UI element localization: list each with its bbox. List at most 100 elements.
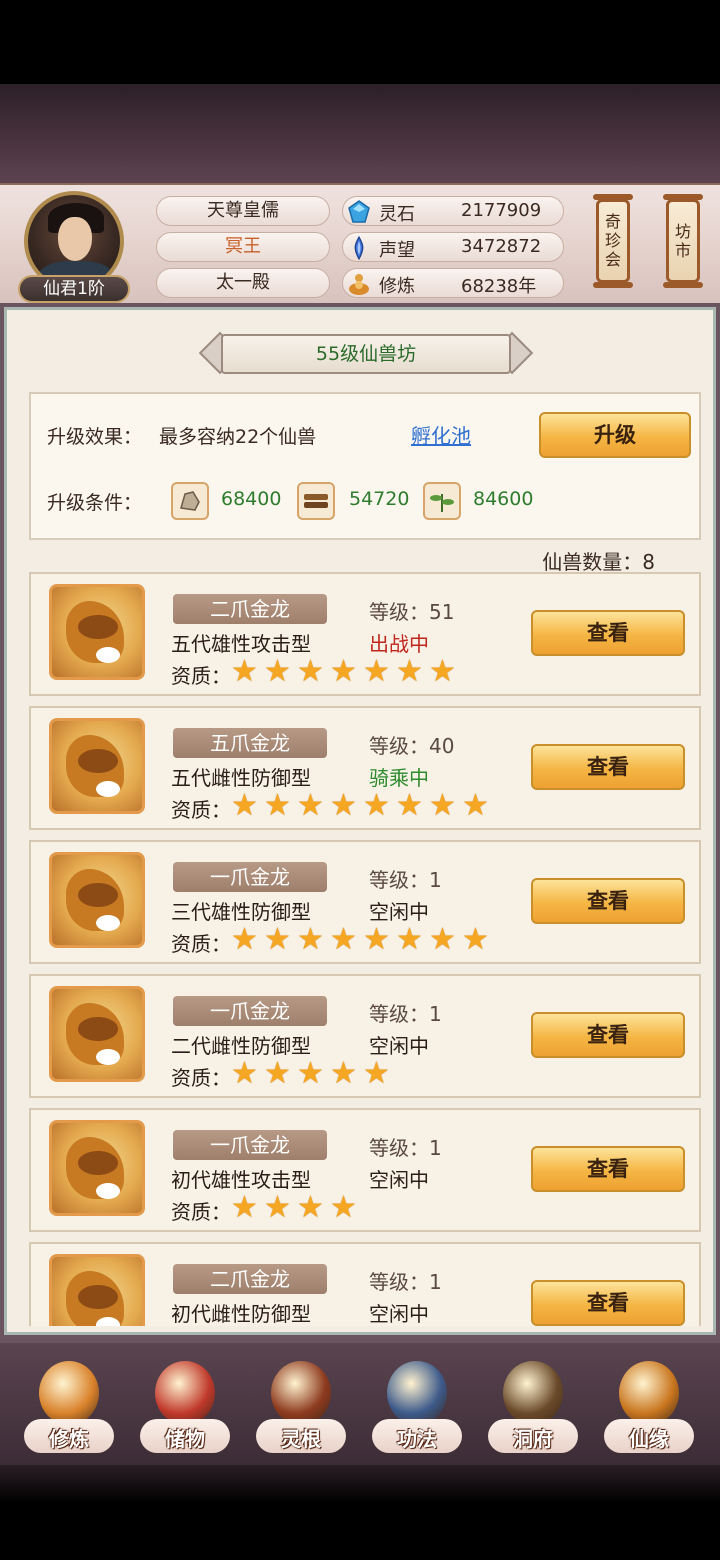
beast-list[interactable]: 二爪金龙 五代雄性攻击型 资质： ★ ★ ★ ★ ★ ★ ★ 等级：51 出战中 查看 五爪…: [29, 572, 703, 1326]
star-icon: ★: [264, 654, 291, 689]
golden-dragon-portrait[interactable]: [49, 852, 145, 948]
star-icon: ★: [264, 922, 291, 957]
technique-book-icon: [387, 1361, 447, 1425]
golden-dragon-portrait[interactable]: [49, 986, 145, 1082]
beast-level: 等级：40: [369, 734, 455, 758]
nav-cultivate[interactable]: 修炼: [14, 1349, 124, 1459]
cave-palace-icon: [503, 1361, 563, 1425]
resource-value: 3472872: [461, 236, 542, 257]
star-icon: ★: [330, 922, 357, 957]
beast-card: 二爪金龙 初代雌性防御型 等级：1 空闲中 查看: [29, 1242, 701, 1326]
resource-cultivation: 修炼 68238年: [342, 268, 564, 298]
star-icon: ★: [429, 922, 456, 957]
main-area: 55级仙兽坊 升级效果： 最多容纳22个仙兽 孵化池 升级 升级条件： 6840…: [0, 303, 720, 1343]
market-button[interactable]: 坊 市: [663, 194, 703, 288]
top-background: [0, 84, 720, 184]
beast-card: 二爪金龙 五代雄性攻击型 资质： ★ ★ ★ ★ ★ ★ ★ 等级：51 出战中 查看: [29, 572, 701, 696]
wood-material-icon[interactable]: [297, 482, 335, 520]
spirit-stone-icon: [348, 200, 370, 223]
view-button[interactable]: 查看: [531, 1012, 685, 1058]
view-button[interactable]: 查看: [531, 1146, 685, 1192]
aptitude-stars: ★ ★ ★ ★ ★: [231, 1058, 396, 1090]
star-icon: ★: [297, 922, 324, 957]
resource-prestige: 声望 3472872: [342, 232, 564, 262]
nav-spirit-root[interactable]: 灵根: [246, 1349, 356, 1459]
view-button[interactable]: 查看: [531, 610, 685, 656]
beast-level: 等级：51: [369, 600, 455, 624]
star-icon: ★: [330, 1056, 357, 1091]
player-header: 仙君1阶 天尊皇儒 冥王 太一殿 灵石 2177909 声望 3472872 修…: [0, 183, 720, 308]
star-icon: ★: [297, 788, 324, 823]
nav-fate[interactable]: 仙缘: [594, 1349, 704, 1459]
ore-material-icon[interactable]: [171, 482, 209, 520]
hatch-pool-link[interactable]: 孵化池: [411, 420, 471, 449]
beast-status: 空闲中: [369, 1168, 429, 1192]
aptitude-stars: ★ ★ ★ ★ ★ ★ ★ ★: [231, 790, 495, 822]
beast-type: 二代雌性防御型: [171, 1034, 311, 1058]
bottom-black-area: [0, 1465, 720, 1560]
aptitude-label: 资质：: [171, 664, 231, 688]
star-icon: ★: [429, 654, 456, 689]
star-icon: ★: [396, 788, 423, 823]
nav-cave-palace[interactable]: 洞府: [478, 1349, 588, 1459]
beast-card: 一爪金龙 二代雌性防御型 资质： ★ ★ ★ ★ ★ 等级：1 空闲中 查看: [29, 974, 701, 1098]
golden-dragon-portrait[interactable]: [49, 1254, 145, 1326]
golden-dragon-portrait[interactable]: [49, 1120, 145, 1216]
star-icon: ★: [297, 654, 324, 689]
resource-label: 灵石: [379, 204, 415, 225]
nav-storage[interactable]: 储物: [130, 1349, 240, 1459]
beast-type: 五代雌性防御型: [171, 766, 311, 790]
golden-dragon-portrait[interactable]: [49, 718, 145, 814]
aptitude-label: 资质：: [171, 1066, 231, 1090]
star-icon: ★: [429, 788, 456, 823]
star-icon: ★: [264, 1190, 291, 1225]
beast-status: 空闲中: [369, 900, 429, 924]
golden-dragon-portrait[interactable]: [49, 584, 145, 680]
resource-label: 声望: [379, 240, 415, 261]
panel-title: 55级仙兽坊: [221, 334, 511, 374]
nav-label: 洞府: [513, 1427, 553, 1451]
upgrade-effect-value: 最多容纳22个仙兽: [159, 426, 317, 448]
beast-name: 一爪金龙: [173, 1130, 327, 1160]
resource-label: 修炼: [379, 276, 415, 297]
beast-workshop-panel: 55级仙兽坊 升级效果： 最多容纳22个仙兽 孵化池 升级 升级条件： 6840…: [4, 307, 716, 1335]
view-button[interactable]: 查看: [531, 744, 685, 790]
beast-type: 初代雌性防御型: [171, 1302, 311, 1326]
star-icon: ★: [363, 654, 390, 689]
herb-material-icon[interactable]: [423, 482, 461, 520]
rank-badge: 仙君1阶: [18, 275, 130, 303]
beast-level: 等级：1: [369, 1002, 442, 1026]
star-icon: ★: [396, 922, 423, 957]
fate-gourd-icon: [619, 1361, 679, 1425]
star-icon: ★: [231, 788, 258, 823]
star-icon: ★: [231, 922, 258, 957]
treasure-fair-button[interactable]: 奇 珍 会: [593, 194, 633, 288]
player-avatar[interactable]: 仙君1阶: [18, 191, 130, 303]
player-title: 天尊皇儒: [156, 196, 330, 226]
beast-card: 一爪金龙 初代雄性攻击型 资质： ★ ★ ★ ★ 等级：1 空闲中 查看: [29, 1108, 701, 1232]
top-black-area: [0, 0, 720, 84]
nav-technique[interactable]: 功法: [362, 1349, 472, 1459]
star-icon: ★: [264, 1056, 291, 1091]
beast-count: 仙兽数量：8: [542, 550, 655, 574]
beast-status: 骑乘中: [369, 766, 429, 790]
star-icon: ★: [231, 1056, 258, 1091]
beast-name: 五爪金龙: [173, 728, 327, 758]
beast-status: 空闲中: [369, 1302, 429, 1326]
aptitude-stars: ★ ★ ★ ★ ★ ★ ★: [231, 656, 462, 688]
cultivation-icon: [349, 274, 369, 295]
star-icon: ★: [264, 788, 291, 823]
star-icon: ★: [363, 1056, 390, 1091]
aptitude-stars: ★ ★ ★ ★ ★ ★ ★ ★: [231, 924, 495, 956]
material-value: 84600: [473, 488, 534, 510]
upgrade-button[interactable]: 升级: [539, 412, 691, 458]
view-button[interactable]: 查看: [531, 1280, 685, 1326]
resource-spirit-stone: 灵石 2177909: [342, 196, 564, 226]
view-button[interactable]: 查看: [531, 878, 685, 924]
material-value: 68400: [221, 488, 282, 510]
upgrade-box: 升级效果： 最多容纳22个仙兽 孵化池 升级 升级条件： 68400 54720…: [29, 392, 701, 540]
beast-type: 三代雄性防御型: [171, 900, 311, 924]
player-name[interactable]: 冥王: [156, 232, 330, 262]
nav-label: 储物: [165, 1427, 205, 1451]
material-value: 54720: [349, 488, 410, 510]
